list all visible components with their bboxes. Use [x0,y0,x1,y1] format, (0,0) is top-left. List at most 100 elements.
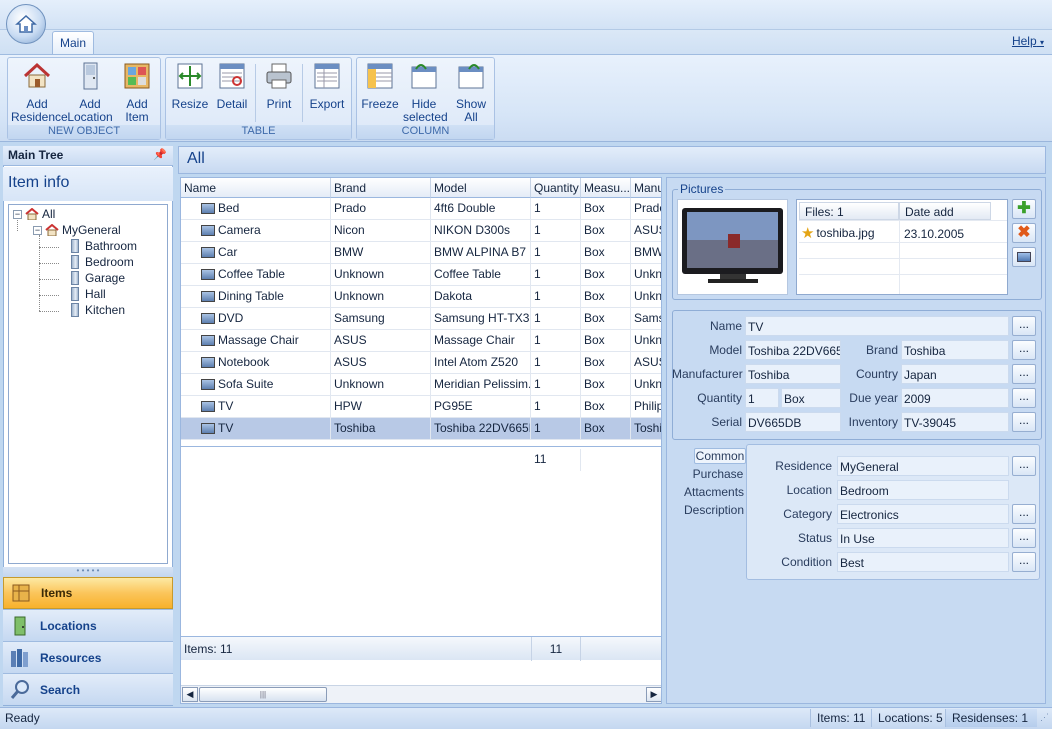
table-cell[interactable]: Box [581,330,631,352]
table-row-name-cell[interactable]: DVD [181,308,331,330]
table-cell[interactable]: Box [581,264,631,286]
inventory-edit-button[interactable]: ... [1012,412,1036,432]
brand-field[interactable]: Toshiba [901,340,1009,360]
tree-node-location[interactable]: Bedroom [71,255,134,269]
add-residence-button[interactable]: Add Residence [11,61,68,124]
table-cell[interactable]: Prado [331,198,431,220]
table-row-name-cell[interactable]: Camera [181,220,331,242]
table-cell[interactable]: Unknc [631,264,661,286]
nav-items[interactable]: Items [3,577,173,609]
scroll-right-icon[interactable]: ▶ [646,687,661,702]
table-cell[interactable]: Box [581,396,631,418]
table-row-name-cell[interactable]: TV [181,418,331,440]
table-cell[interactable]: Box [581,242,631,264]
unit-field[interactable]: Box [781,388,841,408]
add-picture-button[interactable]: ✚ [1012,199,1036,219]
table-cell[interactable]: 1 [531,396,581,418]
print-button[interactable]: Print [261,61,297,111]
file-row[interactable]: ★ toshiba.jpg [801,224,875,242]
residence-field[interactable]: MyGeneral [837,456,1009,476]
table-cell[interactable]: HPW [331,396,431,418]
item-picture[interactable] [677,199,788,295]
items-grid[interactable]: Name Brand Model Quantity Measu... Manuf… [180,177,662,704]
table-cell[interactable]: Box [581,220,631,242]
tree-node-location[interactable]: Garage [71,271,125,285]
nav-search[interactable]: Search [3,673,173,705]
table-row-name-cell[interactable]: Car [181,242,331,264]
tree-node-mygeneral[interactable]: − MyGeneral [33,223,121,237]
column-header-measure[interactable]: Measu... [581,178,631,198]
table-cell[interactable]: Prado [631,198,661,220]
status-field[interactable]: In Use [837,528,1009,548]
table-cell[interactable]: NIKON D300s [431,220,531,242]
table-row-name-cell[interactable]: Massage Chair [181,330,331,352]
table-cell[interactable]: Massage Chair [431,330,531,352]
collapse-icon[interactable]: − [13,209,22,219]
table-cell[interactable]: Unknown [331,264,431,286]
country-field[interactable]: Japan [901,364,1009,384]
table-row-name-cell[interactable]: Dining Table [181,286,331,308]
manufacturer-field[interactable]: Toshiba [745,364,841,384]
category-edit-button[interactable]: ... [1012,504,1036,524]
column-header-manufacturer[interactable]: Manuf [631,178,661,198]
detail-button[interactable]: Detail [214,61,250,111]
table-cell[interactable]: 1 [531,418,581,440]
tab-description[interactable]: Description [684,503,744,517]
nav-resources[interactable]: Resources [3,641,173,673]
table-cell[interactable]: BMW ALPINA B7 [431,242,531,264]
tree-node-location[interactable]: Bathroom [71,239,137,253]
tree-node-location[interactable]: Hall [71,287,106,301]
table-cell[interactable]: ASUS [331,352,431,374]
table-cell[interactable]: Philips [631,396,661,418]
table-cell[interactable]: Box [581,286,631,308]
name-edit-button[interactable]: ... [1012,316,1036,336]
table-cell[interactable]: 1 [531,220,581,242]
name-field[interactable]: TV [745,316,1009,336]
table-cell[interactable]: Unknc [631,286,661,308]
table-cell[interactable]: 1 [531,286,581,308]
table-cell[interactable]: Unknown [331,374,431,396]
table-row-name-cell[interactable]: TV [181,396,331,418]
splitter-grip[interactable]: • • • • • [3,567,173,577]
table-cell[interactable]: Unknown [331,286,431,308]
collapse-icon[interactable]: − [33,225,42,235]
condition-edit-button[interactable]: ... [1012,552,1036,572]
table-cell[interactable]: 1 [531,198,581,220]
column-header-quantity[interactable]: Quantity [531,178,581,198]
brand-edit-button[interactable]: ... [1012,340,1036,360]
column-header-model[interactable]: Model [431,178,531,198]
table-cell[interactable]: Meridian Pelissim... [431,374,531,396]
table-cell[interactable]: Toshiba [331,418,431,440]
tab-common[interactable]: Common [694,448,746,464]
due-year-field[interactable]: 2009 [901,388,1009,408]
table-cell[interactable]: Toshil [631,418,661,440]
table-cell[interactable]: Box [581,352,631,374]
table-cell[interactable]: ASUS [631,220,661,242]
category-field[interactable]: Electronics [837,504,1009,524]
table-cell[interactable]: Box [581,198,631,220]
table-cell[interactable]: Samsung HT-TX35R [431,308,531,330]
freeze-button[interactable]: Freeze [360,61,400,111]
tab-purchase[interactable]: Purchase [690,467,746,481]
table-cell[interactable]: BMW [331,242,431,264]
serial-field[interactable]: DV665DB [745,412,841,432]
delete-picture-button[interactable]: ✖ [1012,223,1036,243]
table-cell[interactable]: Unknc [631,374,661,396]
country-edit-button[interactable]: ... [1012,364,1036,384]
tree-view[interactable]: − All − MyGeneral Bathroom Bedroom Garag… [8,204,168,564]
table-cell[interactable]: Intel Atom Z520 [431,352,531,374]
tree-node-all[interactable]: − All [13,207,55,221]
add-location-button[interactable]: Add Location [67,61,113,124]
table-cell[interactable]: PG95E [431,396,531,418]
quantity-field[interactable]: 1 [745,388,779,408]
pin-icon[interactable]: 📌 [153,148,167,161]
table-cell[interactable]: ASUS [631,352,661,374]
table-cell[interactable]: 4ft6 Double [431,198,531,220]
condition-field[interactable]: Best [837,552,1009,572]
table-row-name-cell[interactable]: Bed [181,198,331,220]
table-cell[interactable]: 1 [531,352,581,374]
table-cell[interactable]: Box [581,418,631,440]
tab-main[interactable]: Main [52,31,94,55]
table-cell[interactable]: ASUS [331,330,431,352]
table-cell[interactable]: BMW [631,242,661,264]
